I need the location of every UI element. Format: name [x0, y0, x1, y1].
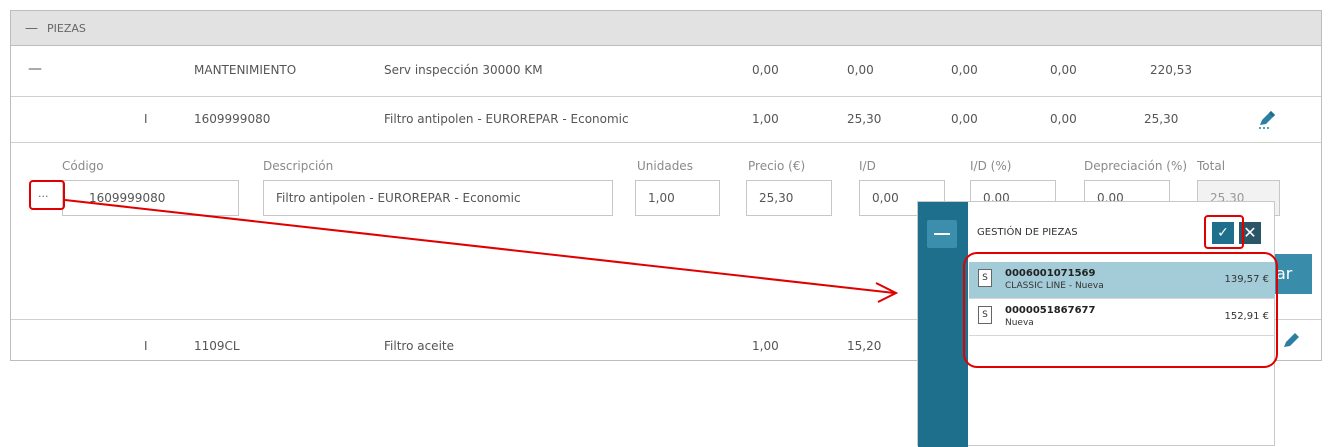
annotation-arrow [64, 199, 899, 303]
